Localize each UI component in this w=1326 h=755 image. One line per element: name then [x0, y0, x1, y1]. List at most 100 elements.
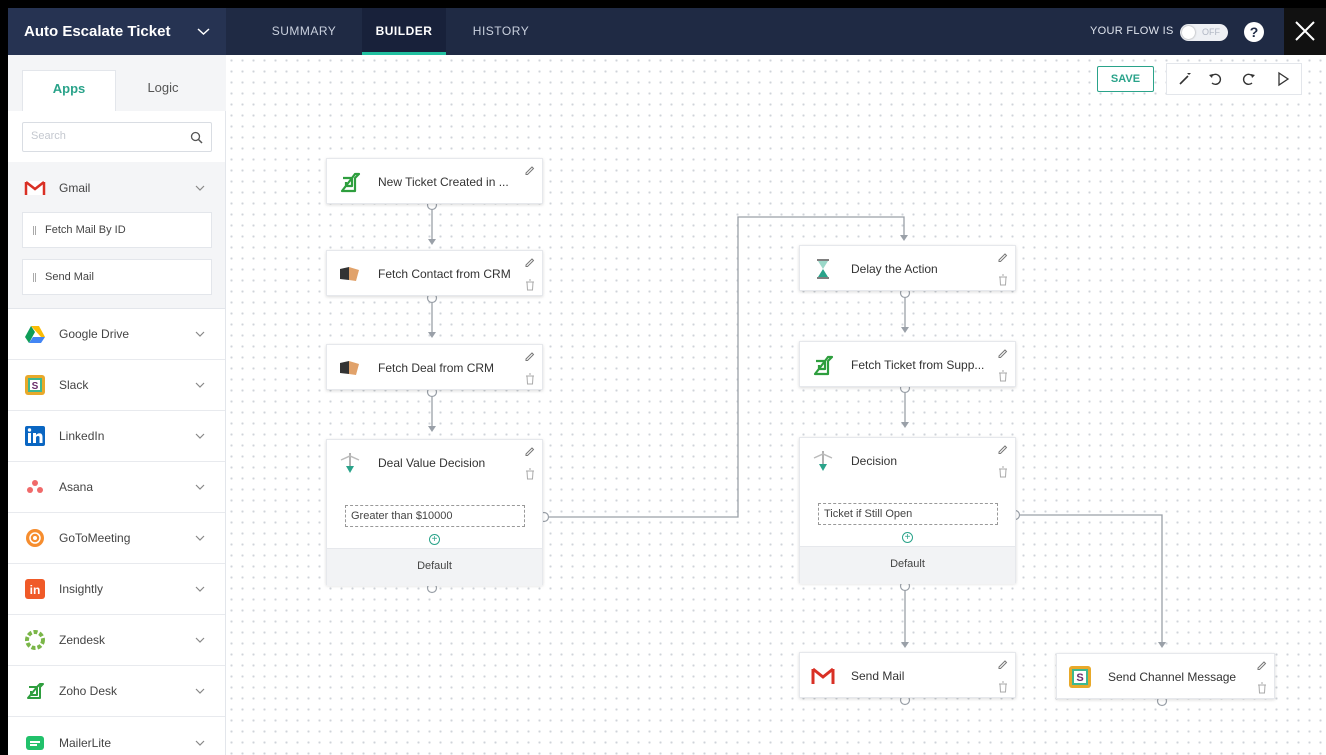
sidebar-item-linkedin[interactable]: LinkedIn	[8, 411, 225, 462]
chevron-down-icon	[195, 637, 205, 643]
undo-icon[interactable]	[1207, 71, 1223, 87]
edit-icon[interactable]	[997, 443, 1008, 454]
svg-text:in: in	[30, 583, 41, 597]
top-bar: Auto Escalate Ticket SUMMARY BUILDER HIS…	[8, 8, 1326, 55]
sidebar-item-label: Insightly	[59, 582, 104, 596]
action-fetch-mail-by-id[interactable]: Fetch Mail By ID	[22, 212, 212, 248]
flow-node-fetch-contact[interactable]: Fetch Contact from CRM	[326, 250, 543, 296]
tab-summary[interactable]: SUMMARY	[256, 8, 352, 55]
sidebar-item-label: Gmail	[59, 180, 91, 195]
node-title: Send Mail	[851, 669, 905, 683]
edit-icon[interactable]	[524, 445, 535, 456]
gotomeeting-icon	[26, 529, 44, 547]
default-branch[interactable]: Default	[327, 548, 542, 586]
slack-icon: S	[1069, 666, 1091, 688]
flow-node-trigger[interactable]: New Ticket Created in ...	[326, 158, 543, 204]
canvas-toolbar	[1166, 63, 1302, 95]
sidebar-item-slack[interactable]: S Slack	[8, 360, 225, 411]
chevron-down-icon	[195, 331, 205, 337]
add-condition-icon[interactable]: +	[429, 534, 440, 545]
play-icon[interactable]	[1275, 71, 1291, 87]
edit-icon[interactable]	[997, 347, 1008, 358]
chevron-down-icon	[195, 484, 205, 490]
tab-history[interactable]: HISTORY	[456, 8, 546, 55]
flow-node-send-channel[interactable]: S Send Channel Message	[1056, 653, 1275, 699]
redo-icon[interactable]	[1241, 71, 1257, 87]
svg-text:S: S	[32, 381, 39, 392]
flow-node-decision[interactable]: Decision Ticket if Still Open + Default	[799, 437, 1016, 584]
edit-icon[interactable]	[997, 658, 1008, 669]
edit-icon[interactable]	[524, 164, 535, 175]
action-send-mail[interactable]: Send Mail	[22, 259, 212, 295]
drag-handle-icon	[33, 273, 36, 282]
zoho-desk-icon	[340, 172, 361, 193]
sidebar-item-label: MailerLite	[59, 735, 112, 750]
flow-node-delay[interactable]: Delay the Action	[799, 245, 1016, 291]
chevron-down-icon	[195, 688, 205, 694]
sidebar-item-label: Zendesk	[59, 633, 106, 647]
chevron-down-icon	[197, 28, 210, 36]
node-title: Delay the Action	[851, 262, 938, 276]
flow-node-fetch-deal[interactable]: Fetch Deal from CRM	[326, 344, 543, 390]
trash-icon[interactable]	[998, 370, 1008, 382]
search-icon[interactable]	[190, 131, 203, 144]
linkedin-icon	[25, 426, 45, 446]
gmail-icon	[24, 180, 46, 195]
edit-icon[interactable]	[997, 251, 1008, 262]
search-input[interactable]	[31, 130, 181, 142]
flow-node-send-mail[interactable]: Send Mail	[799, 652, 1016, 698]
flow-node-deal-decision[interactable]: Deal Value Decision Greater than $10000 …	[326, 439, 543, 586]
sidebar-item-gotomeeting[interactable]: GoToMeeting	[8, 513, 225, 564]
trash-icon[interactable]	[525, 373, 535, 385]
sidebar-item-insightly[interactable]: in Insightly	[8, 564, 225, 615]
flow-title: Auto Escalate Ticket	[24, 23, 171, 40]
zendesk-icon	[25, 630, 45, 650]
sidebar-item-gmail[interactable]: Gmail	[8, 162, 225, 213]
flow-title-selector[interactable]: Auto Escalate Ticket	[8, 8, 226, 55]
condition-branch[interactable]: Ticket if Still Open	[818, 503, 998, 525]
chevron-down-icon	[195, 382, 205, 388]
hourglass-icon	[813, 258, 833, 280]
trash-icon[interactable]	[1257, 682, 1267, 694]
sidebar-item-asana[interactable]: Asana	[8, 462, 225, 513]
help-button[interactable]: ?	[1244, 22, 1264, 42]
gmail-icon	[811, 667, 835, 684]
trash-icon[interactable]	[998, 274, 1008, 286]
close-button[interactable]	[1284, 8, 1326, 55]
trash-icon[interactable]	[998, 681, 1008, 693]
flow-status-toggle[interactable]: OFF	[1180, 24, 1228, 41]
default-branch[interactable]: Default	[800, 546, 1015, 584]
edit-icon[interactable]	[1256, 659, 1267, 670]
sidebar-item-google-drive[interactable]: Google Drive	[8, 309, 225, 360]
google-drive-icon	[25, 326, 45, 343]
edit-icon[interactable]	[524, 256, 535, 267]
magic-wand-icon[interactable]	[1177, 71, 1193, 87]
sidebar-item-zoho-desk[interactable]: Zoho Desk	[8, 666, 225, 717]
decision-icon	[340, 453, 360, 473]
flow-node-fetch-ticket[interactable]: Fetch Ticket from Supp...	[799, 341, 1016, 387]
tab-builder[interactable]: BUILDER	[362, 8, 446, 55]
chevron-down-icon	[195, 185, 205, 191]
drag-handle-icon	[33, 226, 36, 235]
node-title: Deal Value Decision	[378, 456, 486, 470]
tab-apps[interactable]: Apps	[22, 70, 116, 111]
trash-icon[interactable]	[525, 468, 535, 480]
sidebar-item-zendesk[interactable]: Zendesk	[8, 615, 225, 666]
save-button[interactable]: SAVE	[1097, 66, 1154, 92]
close-icon	[1295, 21, 1315, 41]
chevron-down-icon	[195, 740, 205, 746]
sidebar-item-mailerlite[interactable]: MailerLite	[8, 717, 225, 755]
sidebar-item-label: Google Drive	[59, 327, 130, 341]
tab-logic[interactable]: Logic	[116, 70, 210, 111]
condition-branch[interactable]: Greater than $10000	[345, 505, 525, 527]
decision-conditions: Ticket if Still Open +	[800, 484, 1015, 546]
flow-canvas[interactable]: SAVE New Ticket Created in ... Fetch Con…	[226, 55, 1326, 755]
sidebar-item-label: GoToMeeting	[59, 531, 131, 545]
trash-icon[interactable]	[998, 466, 1008, 478]
sidebar-item-label: Slack	[59, 378, 89, 392]
edit-icon[interactable]	[524, 350, 535, 361]
add-condition-icon[interactable]: +	[902, 532, 913, 543]
sidebar-tabs: Apps Logic	[8, 55, 226, 111]
trash-icon[interactable]	[525, 279, 535, 291]
app-window: Auto Escalate Ticket SUMMARY BUILDER HIS…	[8, 8, 1326, 755]
